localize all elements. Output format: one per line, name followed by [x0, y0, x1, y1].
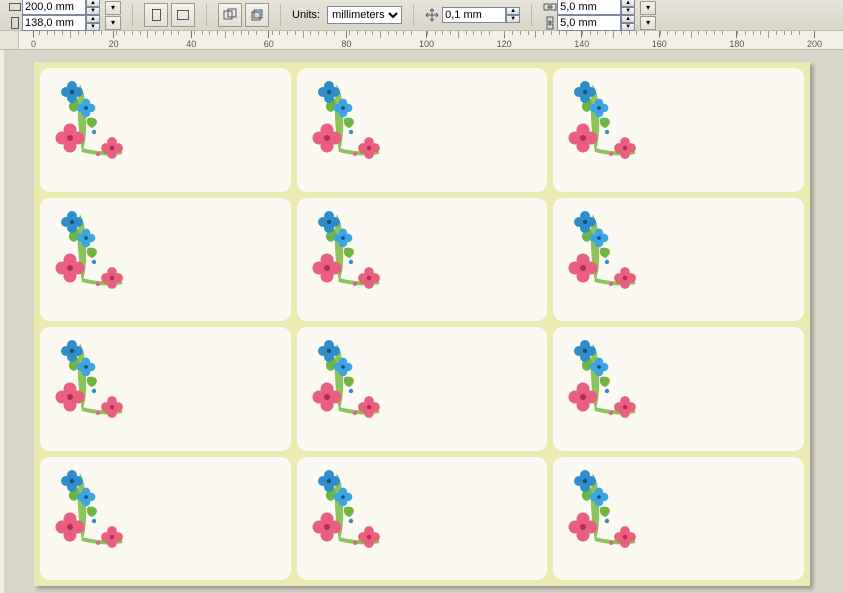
- portrait-button[interactable]: [144, 3, 168, 27]
- page-width-spin[interactable]: ▲▼: [8, 0, 100, 15]
- units-select[interactable]: millimeters: [327, 6, 402, 24]
- page-height-spin[interactable]: ▲▼: [8, 15, 100, 31]
- flower-corner-art: [303, 333, 383, 423]
- behind-icon: [250, 8, 264, 22]
- flower-corner-art: [46, 463, 126, 553]
- flower-corner-art: [559, 463, 639, 553]
- flower-corner-art: [46, 204, 126, 294]
- current-page-button[interactable]: [245, 3, 269, 27]
- units-group: Units: millimeters: [288, 0, 406, 30]
- label-card[interactable]: [40, 68, 291, 192]
- orientation-group: [140, 0, 199, 30]
- drawing-canvas[interactable]: [4, 50, 843, 593]
- label-card[interactable]: [297, 327, 548, 451]
- dup-x-input[interactable]: [557, 0, 621, 15]
- nudge-input[interactable]: [442, 7, 506, 23]
- portrait-icon: [152, 9, 161, 21]
- page-height-down[interactable]: ▼: [86, 23, 100, 31]
- nudge-down[interactable]: ▼: [506, 15, 520, 23]
- label-card[interactable]: [40, 327, 291, 451]
- overlap-icon: [223, 8, 237, 22]
- duplicate-y-icon: [543, 16, 557, 30]
- top-toolbar: ▲▼ ▲▼ ▾ ▾ Units: millimeters: [0, 0, 843, 31]
- dup-y-down[interactable]: ▼: [621, 23, 635, 31]
- flower-corner-art: [303, 463, 383, 553]
- duplicate-group: ▲▼ ▲▼ ▾ ▾: [539, 0, 660, 30]
- page-width-up[interactable]: ▲: [86, 0, 100, 7]
- nudge-group: ▲▼: [421, 0, 524, 30]
- landscape-button[interactable]: [171, 3, 195, 27]
- label-card[interactable]: [553, 68, 804, 192]
- page-size-group: ▲▼ ▲▼ ▾ ▾: [4, 0, 125, 30]
- ruler-tick: 200: [807, 31, 822, 49]
- flower-corner-art: [303, 74, 383, 164]
- label-card[interactable]: [40, 457, 291, 581]
- ruler-tick: 0: [31, 31, 36, 49]
- page-width-input[interactable]: [22, 0, 86, 15]
- page-width-icon: [8, 0, 22, 14]
- flower-corner-art: [559, 74, 639, 164]
- label-card[interactable]: [553, 327, 804, 451]
- page-height-menu[interactable]: ▾: [105, 16, 121, 30]
- landscape-icon: [177, 10, 189, 20]
- canvas-area: [0, 50, 843, 593]
- label-card[interactable]: [553, 198, 804, 322]
- page-width-menu[interactable]: ▾: [105, 1, 121, 15]
- dup-y-spin[interactable]: ▲▼: [543, 15, 635, 31]
- all-pages-button[interactable]: [218, 3, 242, 27]
- page-scope-group: [214, 0, 273, 30]
- horizontal-ruler[interactable]: 020406080100120140160180200: [0, 31, 843, 50]
- flower-corner-art: [46, 74, 126, 164]
- nudge-spin[interactable]: ▲▼: [442, 7, 520, 23]
- nudge-arrows-icon: [425, 8, 439, 22]
- flower-corner-art: [46, 333, 126, 423]
- dup-x-spin[interactable]: ▲▼: [543, 0, 635, 15]
- flower-corner-art: [559, 333, 639, 423]
- page-height-input[interactable]: [22, 15, 86, 31]
- units-label: Units:: [292, 9, 324, 21]
- page-height-up[interactable]: ▲: [86, 15, 100, 23]
- label-card[interactable]: [297, 68, 548, 192]
- nudge-up[interactable]: ▲: [506, 7, 520, 15]
- flower-corner-art: [303, 204, 383, 294]
- label-card[interactable]: [297, 198, 548, 322]
- flower-corner-art: [559, 204, 639, 294]
- label-card[interactable]: [297, 457, 548, 581]
- dup-y-up[interactable]: ▲: [621, 15, 635, 23]
- label-card[interactable]: [40, 198, 291, 322]
- ruler-track: 020406080100120140160180200: [19, 31, 843, 49]
- ruler-corner[interactable]: [0, 31, 19, 49]
- duplicate-x-icon: [543, 0, 557, 14]
- labels-grid: [40, 68, 804, 580]
- dup-y-input[interactable]: [557, 15, 621, 31]
- page-height-icon: [8, 16, 22, 30]
- label-sheet[interactable]: [34, 62, 810, 586]
- dup-x-down[interactable]: ▼: [621, 7, 635, 15]
- dup-x-menu[interactable]: ▾: [640, 1, 656, 15]
- label-card[interactable]: [553, 457, 804, 581]
- dup-y-menu[interactable]: ▾: [640, 16, 656, 30]
- dup-x-up[interactable]: ▲: [621, 0, 635, 7]
- page-width-down[interactable]: ▼: [86, 7, 100, 15]
